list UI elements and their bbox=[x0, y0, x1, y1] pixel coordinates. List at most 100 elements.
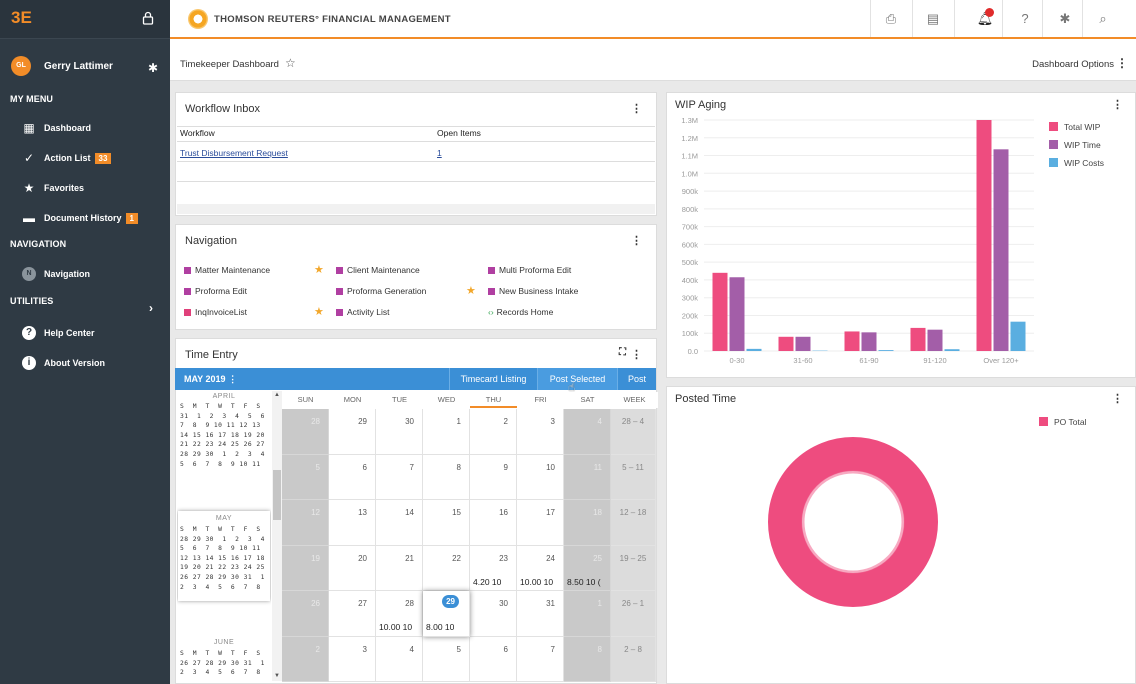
calendar-day[interactable]: 30 bbox=[470, 591, 517, 637]
calendar-day[interactable]: 28 bbox=[282, 409, 329, 455]
gear-icon[interactable]: ✱ bbox=[148, 61, 158, 75]
calendar-day[interactable]: 4 bbox=[376, 636, 423, 682]
print-icon[interactable]: ⎙ bbox=[876, 8, 906, 30]
mini-calendar-scrollbar[interactable] bbox=[272, 391, 282, 681]
calendar-day[interactable]: 10 bbox=[517, 454, 564, 500]
calendar-day[interactable]: 8 bbox=[423, 454, 470, 500]
chevron-right-icon[interactable]: › bbox=[149, 301, 153, 315]
mini-calendar-row[interactable]: 28 29 30 1 2 3 4 bbox=[180, 536, 265, 543]
user-profile[interactable]: GL Gerry Lattimer ✱ bbox=[0, 52, 170, 82]
nav-link-inqinvoicelist[interactable]: InqInvoiceList bbox=[184, 307, 247, 317]
favorite-star-icon[interactable]: ★ bbox=[466, 284, 476, 297]
open-items-link[interactable]: 1 bbox=[437, 148, 442, 158]
calendar-day[interactable]: 5 bbox=[282, 454, 329, 500]
mini-calendar-row[interactable]: 2 3 4 5 6 7 8 bbox=[180, 669, 261, 676]
mini-calendar-row[interactable]: 14 15 16 17 18 19 20 bbox=[180, 432, 265, 439]
nav-link-new-business-intake[interactable]: New Business Intake bbox=[488, 286, 578, 296]
calendar-day[interactable]: 5 bbox=[423, 636, 470, 682]
more-options-icon[interactable]: ⋮ bbox=[631, 102, 642, 115]
expand-icon[interactable]: ⛶ bbox=[619, 347, 626, 358]
timecard-listing-button[interactable]: Timecard Listing bbox=[449, 368, 537, 390]
calendar-day[interactable]: 17 bbox=[517, 500, 564, 546]
nav-link-proforma-edit[interactable]: Proforma Edit bbox=[184, 286, 247, 296]
week-range[interactable]: 5 – 11 bbox=[611, 454, 656, 500]
calendar-day[interactable]: 21 bbox=[376, 545, 423, 591]
calendar-day[interactable]: 2 bbox=[282, 636, 329, 682]
calendar-day[interactable]: 29 bbox=[329, 409, 376, 455]
mini-calendar-row[interactable]: S M T W T F S bbox=[180, 403, 261, 410]
nav-link-activity-list[interactable]: Activity List bbox=[336, 307, 390, 317]
more-options-icon[interactable]: ⋮ bbox=[228, 374, 237, 384]
sidebar-item-navigation[interactable]: N Navigation bbox=[0, 263, 170, 285]
calendar-day[interactable]: 29 8.00 10 bbox=[423, 591, 470, 637]
calendar-day[interactable]: 4 bbox=[564, 409, 611, 455]
favorite-star-icon[interactable]: ★ bbox=[314, 263, 324, 276]
calendar-day[interactable]: 31 bbox=[517, 591, 564, 637]
favorite-star-icon[interactable]: ☆ bbox=[285, 56, 296, 70]
calendar-day[interactable]: 7 bbox=[376, 454, 423, 500]
mini-calendar-row[interactable]: 19 20 21 22 23 24 25 bbox=[180, 564, 265, 571]
calendar-day[interactable]: 3 bbox=[329, 636, 376, 682]
nav-link-records-home[interactable]: ‹› Records Home bbox=[488, 307, 553, 317]
calendar-day[interactable]: 15 bbox=[423, 500, 470, 546]
favorite-star-icon[interactable]: ★ bbox=[314, 305, 324, 318]
month-selector[interactable]: MAY 2019 ⋮ bbox=[184, 374, 237, 385]
calendar-day[interactable]: 9 bbox=[470, 454, 517, 500]
sidebar-item-action-list[interactable]: ✓ Action List 33 bbox=[0, 147, 170, 169]
week-range[interactable]: 28 – 4 bbox=[611, 409, 656, 455]
nav-link-client-maintenance[interactable]: Client Maintenance bbox=[336, 265, 420, 275]
column-header-workflow[interactable]: Workflow bbox=[180, 128, 215, 138]
calendar-day[interactable]: 13 bbox=[329, 500, 376, 546]
calendar-day[interactable]: 22 bbox=[423, 545, 470, 591]
dashboard-options-button[interactable]: Dashboard Options bbox=[1032, 59, 1114, 70]
calendar-day[interactable]: 19 bbox=[282, 545, 329, 591]
hours-entry[interactable]: 10.00 10 bbox=[379, 622, 422, 632]
calendar-day[interactable]: 8 bbox=[564, 636, 611, 682]
mini-calendar-row[interactable]: S M T W T F S bbox=[180, 650, 261, 657]
calendar-day[interactable]: 23 4.20 10 bbox=[470, 545, 517, 591]
hours-entry[interactable]: 8.50 10 ( bbox=[567, 577, 610, 587]
more-options-icon[interactable]: ⋮ bbox=[1116, 56, 1128, 70]
mini-calendar-row[interactable]: 26 27 28 29 30 31 1 bbox=[180, 660, 265, 667]
nav-link-matter-maintenance[interactable]: Matter Maintenance bbox=[184, 265, 270, 275]
mini-calendar-row[interactable]: 5 6 7 8 9 10 11 bbox=[180, 545, 261, 552]
post-button[interactable]: Post bbox=[617, 368, 656, 390]
horizontal-scrollbar[interactable] bbox=[177, 204, 655, 214]
document-icon[interactable]: ▤ bbox=[918, 8, 948, 30]
calendar-day[interactable]: 7 bbox=[517, 636, 564, 682]
help-icon[interactable]: ? bbox=[1010, 8, 1040, 30]
mini-calendar-row[interactable]: 28 29 30 1 2 3 4 bbox=[180, 451, 265, 458]
sidebar-item-dashboard[interactable]: ▦ Dashboard bbox=[0, 117, 170, 139]
calendar-day[interactable]: 16 bbox=[470, 500, 517, 546]
hours-entry[interactable]: 4.20 10 bbox=[473, 577, 516, 587]
calendar-day[interactable]: 18 bbox=[564, 500, 611, 546]
calendar-day[interactable]: 3 bbox=[517, 409, 564, 455]
mini-calendar-row[interactable]: S M T W T F S bbox=[180, 526, 261, 533]
search-icon[interactable]: ⌕ bbox=[1088, 8, 1118, 30]
calendar-day[interactable]: 11 bbox=[564, 454, 611, 500]
sidebar-item-favorites[interactable]: ★ Favorites bbox=[0, 177, 170, 199]
mini-calendar-row[interactable]: 21 22 23 24 25 26 27 bbox=[180, 441, 265, 448]
calendar-day[interactable]: 25 8.50 10 ( bbox=[564, 545, 611, 591]
mini-calendar[interactable]: APRIL S M T W T F S 31 1 2 3 4 5 6 7 8 9 1… bbox=[177, 391, 271, 681]
more-options-icon[interactable]: ⋮ bbox=[631, 234, 642, 247]
calendar-day[interactable]: 14 bbox=[376, 500, 423, 546]
calendar-day[interactable]: 28 10.00 10 bbox=[376, 591, 423, 637]
nav-link-multi-proforma-edit[interactable]: Multi Proforma Edit bbox=[488, 265, 571, 275]
mini-calendar-row[interactable]: 2 3 4 5 6 7 8 bbox=[180, 584, 261, 591]
calendar-day[interactable]: 26 bbox=[282, 591, 329, 637]
sidebar-item-document-history[interactable]: ▬ Document History 1 bbox=[0, 207, 170, 229]
week-range[interactable]: 26 – 1 bbox=[611, 591, 656, 637]
mini-calendar-row[interactable]: 26 27 28 29 30 31 1 bbox=[180, 574, 265, 581]
sidebar-item-help-center[interactable]: ? Help Center bbox=[0, 322, 170, 344]
calendar-day[interactable]: 1 bbox=[564, 591, 611, 637]
calendar-day[interactable]: 12 bbox=[282, 500, 329, 546]
sidebar-item-about-version[interactable]: i About Version bbox=[0, 352, 170, 374]
nav-link-proforma-generation[interactable]: Proforma Generation bbox=[336, 286, 426, 296]
hours-entry[interactable]: 10.00 10 bbox=[520, 577, 563, 587]
week-range[interactable]: 19 – 25 bbox=[611, 545, 656, 591]
mini-calendar-row[interactable]: 5 6 7 8 9 10 11 bbox=[180, 461, 261, 468]
column-header-open-items[interactable]: Open Items bbox=[437, 128, 481, 138]
scrollbar-thumb[interactable] bbox=[273, 470, 281, 520]
hours-entry[interactable]: 8.00 10 bbox=[426, 622, 469, 632]
